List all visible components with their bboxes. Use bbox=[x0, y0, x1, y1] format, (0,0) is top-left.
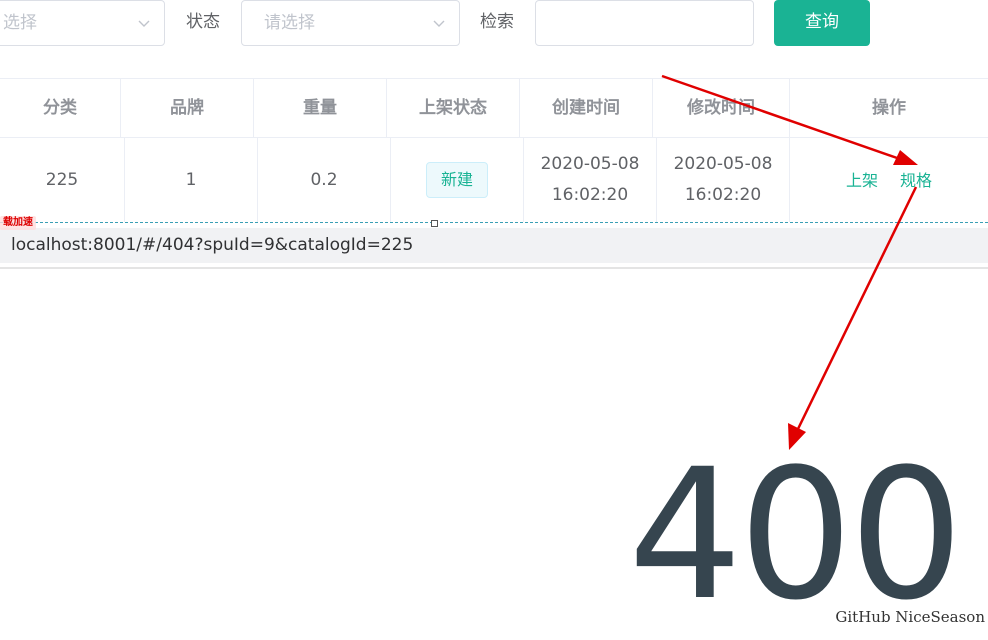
status-label: 状态 bbox=[186, 12, 220, 32]
column-header-weight: 重量 bbox=[254, 79, 387, 137]
arrow-to-error-code bbox=[788, 186, 918, 450]
column-header-category: 分类 bbox=[0, 79, 121, 137]
modified-date: 2020-05-08 bbox=[673, 154, 773, 174]
cell-weight: 0.2 bbox=[258, 138, 391, 222]
publish-link[interactable]: 上架 bbox=[846, 165, 878, 196]
status-select-placeholder: 请选择 bbox=[264, 13, 315, 33]
selection-handle bbox=[431, 220, 438, 227]
status-tag: 新建 bbox=[425, 162, 488, 198]
query-button[interactable]: 查询 bbox=[774, 0, 870, 46]
column-header-created: 创建时间 bbox=[520, 79, 653, 137]
spec-link[interactable]: 规格 bbox=[900, 165, 932, 196]
status-url: localhost:8001/#/404?spuId=9&catalogId=2… bbox=[11, 235, 414, 255]
column-header-modified: 修改时间 bbox=[653, 79, 790, 137]
created-time: 16:02:20 bbox=[551, 185, 629, 205]
category-select[interactable]: 选择 bbox=[0, 0, 165, 46]
category-value: 225 bbox=[45, 169, 79, 190]
category-select-placeholder: 选择 bbox=[3, 13, 37, 33]
cell-created: 2020-05-08 16:02:20 bbox=[524, 138, 657, 222]
search-label: 检索 bbox=[480, 12, 514, 32]
chevron-down-icon bbox=[138, 20, 150, 27]
url-bar-divider bbox=[0, 267, 988, 269]
cell-status: 新建 bbox=[391, 138, 524, 222]
created-date: 2020-05-08 bbox=[540, 154, 640, 174]
cell-category: 225 bbox=[0, 138, 125, 222]
cell-actions: 上架 规格 bbox=[790, 138, 988, 222]
weight-value: 0.2 bbox=[310, 169, 338, 190]
brand-value: 1 bbox=[185, 169, 197, 190]
watermark: GitHub NiceSeason bbox=[835, 608, 985, 626]
accelerator-badge: 载加速 bbox=[0, 216, 36, 230]
cell-brand: 1 bbox=[125, 138, 258, 222]
column-header-actions: 操作 bbox=[872, 98, 906, 118]
status-url-bar: localhost:8001/#/404?spuId=9&catalogId=2… bbox=[0, 228, 988, 263]
error-code: 400 bbox=[628, 431, 964, 640]
search-input[interactable] bbox=[535, 0, 754, 46]
status-select[interactable]: 请选择 bbox=[241, 0, 460, 46]
column-header-brand: 品牌 bbox=[121, 79, 254, 137]
chevron-down-icon bbox=[433, 20, 445, 27]
cell-modified: 2020-05-08 16:02:20 bbox=[657, 138, 790, 222]
column-header-status: 上架状态 bbox=[387, 79, 520, 137]
modified-time: 16:02:20 bbox=[684, 185, 762, 205]
selection-dashed-line bbox=[0, 222, 988, 223]
